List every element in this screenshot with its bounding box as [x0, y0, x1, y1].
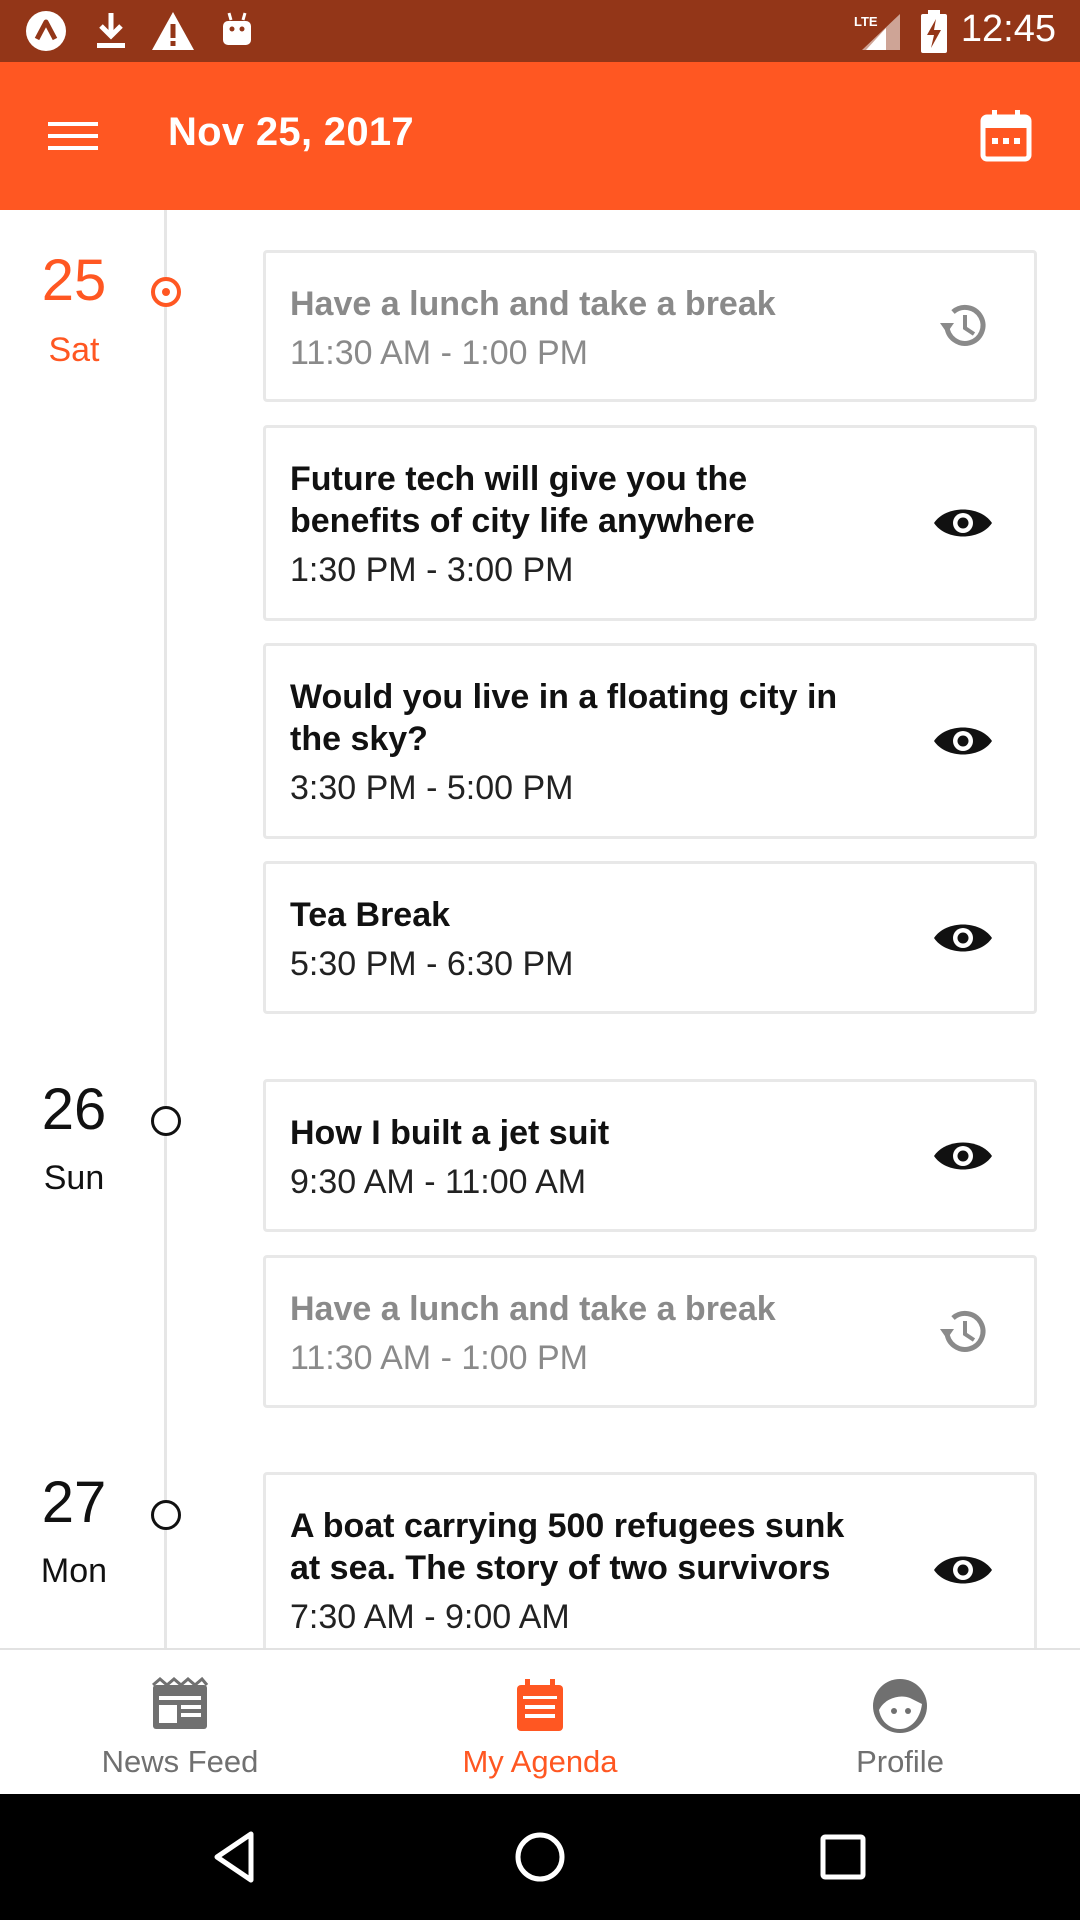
recents-icon[interactable]	[810, 1824, 876, 1890]
status-time: 12:45	[960, 8, 1056, 50]
eye-icon[interactable]	[932, 1125, 994, 1187]
warning-icon	[150, 9, 196, 58]
status-bar: LTE 12:45	[0, 0, 1080, 62]
event-time: 9:30 AM - 11:00 AM	[290, 1163, 587, 1201]
nav-label: Profile	[856, 1744, 944, 1779]
nav-profile[interactable]: Profile	[720, 1650, 1080, 1796]
event-card[interactable]: Tea Break 5:30 PM - 6:30 PM	[263, 861, 1037, 1014]
event-time: 3:30 PM - 5:00 PM	[290, 769, 574, 807]
event-title: Would you live in a floating city in the…	[290, 678, 838, 758]
back-icon[interactable]	[203, 1824, 269, 1890]
profile-icon	[870, 1676, 930, 1736]
battery-charging-icon	[920, 10, 948, 59]
event-card[interactable]: Future tech will give you the benefits o…	[263, 425, 1037, 621]
home-icon[interactable]	[507, 1824, 573, 1890]
calendar-icon	[980, 110, 1032, 162]
nav-news-feed[interactable]: News Feed	[0, 1650, 360, 1796]
day-marker-active	[151, 277, 181, 307]
event-title: Have a lunch and take a break	[290, 1290, 776, 1328]
eye-icon[interactable]	[932, 907, 994, 969]
day-number: 26	[41, 1077, 107, 1142]
app-notification-icon	[24, 9, 68, 58]
eye-icon[interactable]	[932, 710, 994, 772]
menu-button[interactable]	[38, 108, 110, 164]
day-marker	[151, 1500, 181, 1530]
agenda-icon	[510, 1676, 570, 1736]
event-title: Have a lunch and take a break	[290, 285, 776, 323]
event-time: 1:30 PM - 3:00 PM	[290, 551, 574, 589]
android-icon	[220, 9, 254, 58]
day-name: Sat	[48, 331, 100, 369]
day-name: Mon	[40, 1552, 108, 1590]
event-title: A boat carrying 500 refugees sunk at sea…	[290, 1507, 845, 1587]
event-card[interactable]: Would you live in a floating city in the…	[263, 643, 1037, 839]
page-title: Nov 25, 2017	[168, 110, 414, 154]
day-number: 27	[41, 1470, 107, 1535]
day-marker	[151, 1106, 181, 1136]
event-time: 11:30 AM - 1:00 PM	[290, 334, 588, 372]
eye-icon[interactable]	[932, 1539, 994, 1601]
download-icon	[92, 9, 130, 58]
system-navigation-bar	[0, 1794, 1080, 1920]
event-card[interactable]: A boat carrying 500 refugees sunk at sea…	[263, 1472, 1037, 1648]
eye-icon[interactable]	[932, 492, 994, 554]
signal-icon: LTE	[852, 12, 902, 57]
event-card[interactable]: Have a lunch and take a break 11:30 AM -…	[263, 1255, 1037, 1408]
nav-label: My Agenda	[462, 1744, 618, 1779]
event-card[interactable]: How I built a jet suit 9:30 AM - 11:00 A…	[263, 1079, 1037, 1232]
bottom-navigation: News Feed My Agenda Profile	[0, 1648, 1080, 1794]
menu-icon	[48, 122, 98, 150]
nav-my-agenda[interactable]: My Agenda	[360, 1650, 720, 1796]
agenda-timeline[interactable]: 25 Sat Have a lunch and take a break 11:…	[0, 210, 1080, 1648]
event-time: 7:30 AM - 9:00 AM	[290, 1598, 570, 1636]
day-name: Sun	[43, 1159, 105, 1197]
event-card[interactable]: Have a lunch and take a break 11:30 AM -…	[263, 250, 1037, 402]
svg-text:LTE: LTE	[854, 14, 878, 29]
day-number: 25	[41, 248, 107, 313]
event-time: 11:30 AM - 1:00 PM	[290, 1339, 588, 1377]
calendar-button[interactable]	[978, 108, 1034, 164]
timeline-line	[164, 210, 167, 1648]
nav-label: News Feed	[101, 1744, 259, 1779]
history-icon[interactable]	[932, 1301, 994, 1363]
event-title: How I built a jet suit	[290, 1114, 610, 1152]
event-title: Future tech will give you the benefits o…	[290, 460, 755, 540]
app-bar: Nov 25, 2017	[0, 62, 1080, 210]
event-title: Tea Break	[290, 896, 451, 934]
news-feed-icon	[150, 1676, 210, 1736]
history-icon[interactable]	[932, 295, 994, 357]
event-time: 5:30 PM - 6:30 PM	[290, 945, 574, 983]
